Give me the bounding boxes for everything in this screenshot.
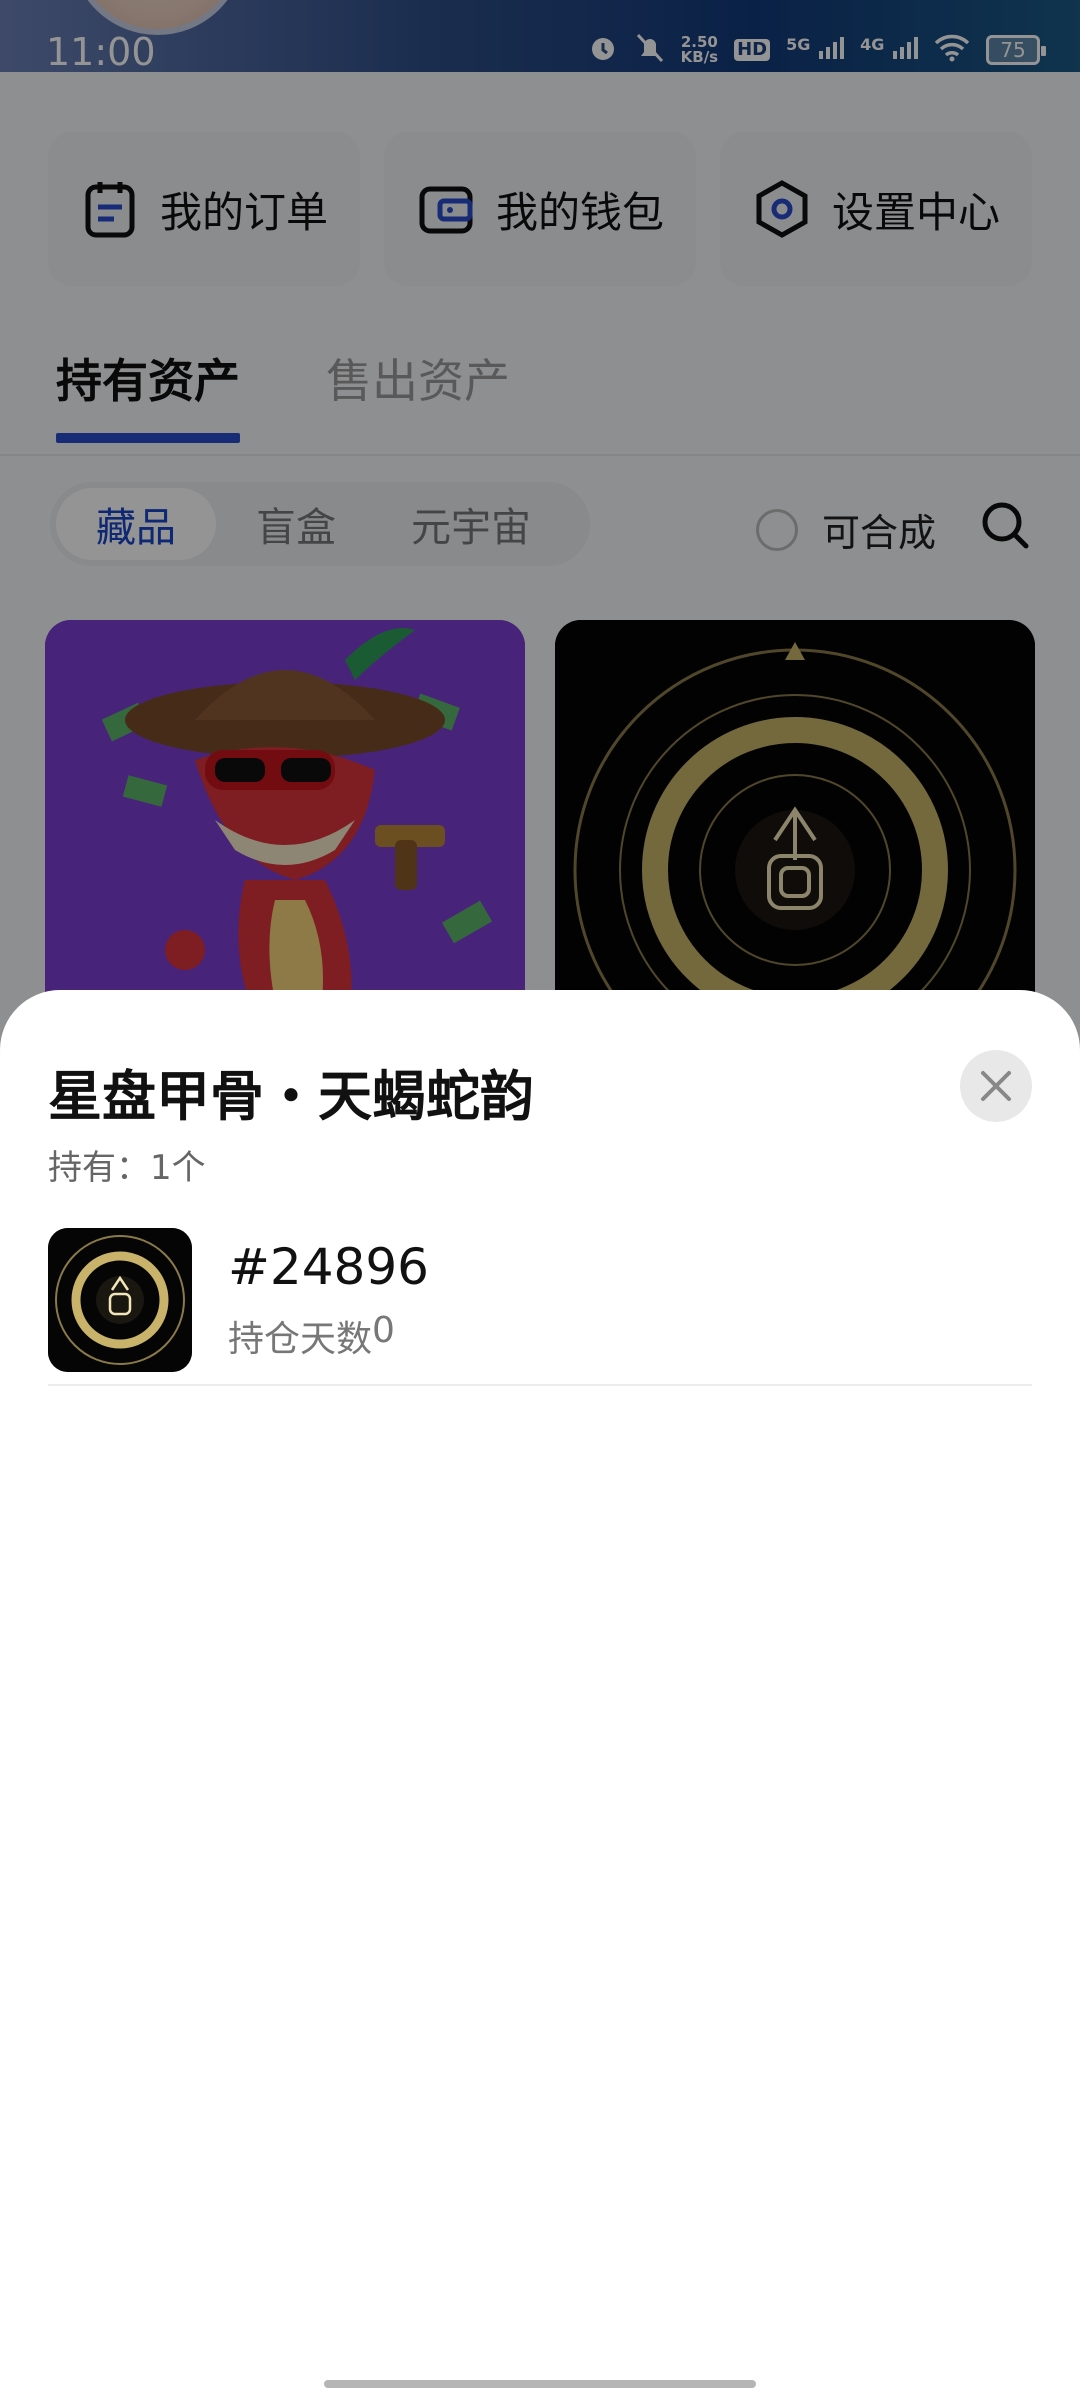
holding-days-value: 0 [372, 1310, 395, 1351]
holding-item-row[interactable]: #24896 持仓天数 0 [48, 1228, 1032, 1386]
item-number: #24896 [228, 1238, 429, 1296]
close-icon [981, 1071, 1011, 1101]
close-button[interactable] [960, 1050, 1032, 1122]
held-count: 持有： 1个 [48, 1140, 206, 1189]
sheet-title: 星盘甲骨・天蝎蛇韵 [48, 1065, 534, 1128]
holding-detail-sheet: 星盘甲骨・天蝎蛇韵 持有： 1个 #24896 持仓天数 0 [0, 990, 1080, 2400]
holding-days: 持仓天数 0 [228, 1310, 395, 1362]
home-indicator[interactable] [324, 2380, 756, 2388]
holding-days-label: 持仓天数 [228, 1319, 373, 1360]
item-thumbnail [48, 1228, 192, 1372]
held-label: 持有： [48, 1148, 150, 1188]
held-value: 1个 [150, 1148, 206, 1188]
